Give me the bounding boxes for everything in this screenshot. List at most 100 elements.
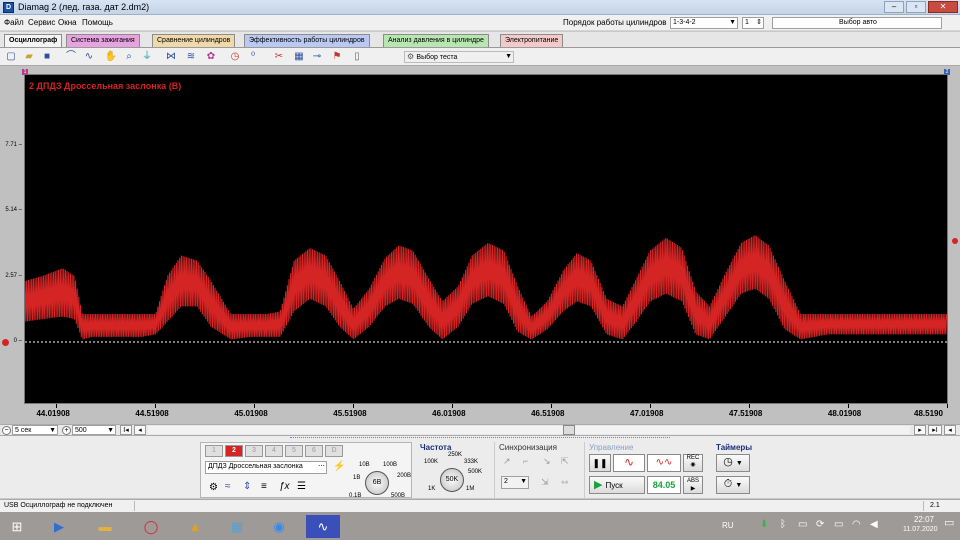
- notification-icon[interactable]: ▭: [944, 516, 954, 529]
- channel-button-D[interactable]: D: [325, 445, 343, 457]
- avast-icon[interactable]: ▲: [178, 515, 212, 538]
- channel-button-6[interactable]: 6: [305, 445, 323, 457]
- record-icon[interactable]: REC ◉: [683, 454, 703, 472]
- menu-windows[interactable]: Окна: [58, 18, 77, 27]
- sync-tray-icon[interactable]: ⟳: [816, 519, 824, 530]
- timer-clock-button[interactable]: ◷ ▼: [716, 454, 750, 472]
- cyl-num-stepper[interactable]: 1 ⇕: [742, 17, 764, 29]
- start-menu-icon[interactable]: ⊞: [0, 515, 34, 538]
- volume-tray-icon[interactable]: ◀: [870, 519, 878, 530]
- invert-icon[interactable]: ≈: [225, 481, 231, 492]
- tab-cyl-compare[interactable]: Сравнение цилиндров: [152, 34, 236, 47]
- play-record-icon[interactable]: ABS ▶: [683, 476, 703, 494]
- pause-button[interactable]: ❚❚: [589, 454, 611, 472]
- waveform-down-icon[interactable]: ∿: [82, 50, 96, 64]
- time-scale-select[interactable]: 5 сек ▼: [12, 425, 58, 435]
- page-icon[interactable]: ▯: [350, 50, 364, 64]
- channel-button-1[interactable]: 1: [205, 445, 223, 457]
- auto-select[interactable]: Выбор авто: [772, 17, 942, 29]
- clock-date[interactable]: 11.07.2020: [903, 526, 938, 533]
- cyl-order-select[interactable]: 1-3-4-2 ▼: [670, 17, 738, 29]
- zoom-app-icon[interactable]: ◉: [262, 515, 296, 538]
- file-explorer-icon[interactable]: ▬: [88, 515, 122, 538]
- expand-icon[interactable]: ≋: [184, 50, 198, 64]
- split-icon[interactable]: ⊸: [310, 50, 324, 64]
- close-button[interactable]: ✕: [928, 1, 958, 13]
- volt-knob[interactable]: 6В: [365, 471, 389, 495]
- scroll-last-button[interactable]: ▸I: [928, 425, 942, 435]
- menu-file[interactable]: Файл: [4, 18, 24, 27]
- bluetooth-tray-icon[interactable]: ᛒ: [780, 519, 786, 530]
- media-player-icon[interactable]: ▶: [42, 515, 76, 538]
- zoom-icon[interactable]: ⌕: [122, 50, 136, 64]
- scroll-track[interactable]: [148, 426, 910, 434]
- scroll-right-button[interactable]: ▸: [914, 425, 926, 435]
- zoom-out-time-icon[interactable]: −: [2, 426, 11, 435]
- timer-stopwatch-button[interactable]: ⏱ ▼: [716, 476, 750, 494]
- save-icon[interactable]: ■: [40, 50, 54, 64]
- scroll-left-button[interactable]: ◂: [134, 425, 146, 435]
- drive-tray-icon[interactable]: ▭: [834, 519, 843, 530]
- maximize-button[interactable]: ▫: [906, 1, 926, 13]
- hand-icon[interactable]: ✋: [104, 50, 118, 64]
- trim-icon[interactable]: ✂: [272, 50, 286, 64]
- language-indicator[interactable]: RU: [722, 521, 734, 530]
- waveform-up-icon[interactable]: ⌒: [64, 50, 78, 64]
- sync-front-icon[interactable]: ⌐: [523, 456, 528, 466]
- clock-time[interactable]: 22:07: [912, 515, 936, 524]
- scroll-end-button[interactable]: ◂: [944, 425, 956, 435]
- multi-wave-button[interactable]: ∿∿: [647, 454, 681, 472]
- tab-oscillograph[interactable]: Осциллограф: [4, 34, 63, 47]
- minimize-button[interactable]: –: [884, 1, 904, 13]
- channel-button-2[interactable]: 2: [225, 445, 243, 457]
- tab-pressure[interactable]: Анализ давления в цилиндре: [383, 34, 489, 47]
- start-button[interactable]: ▶ Пуск: [589, 476, 645, 494]
- monitor-tray-icon[interactable]: ▭: [798, 519, 807, 530]
- lines-icon[interactable]: ≡: [261, 481, 267, 492]
- channel-settings-icon[interactable]: ⚡: [333, 461, 345, 472]
- trigger-level-handle[interactable]: [952, 238, 958, 244]
- scroll-thumb[interactable]: [563, 425, 575, 435]
- open-folder-icon[interactable]: ▰: [22, 50, 36, 64]
- tab-ignition[interactable]: Система зажигания: [66, 34, 140, 47]
- counter-icon[interactable]: ⁰: [246, 50, 260, 64]
- sync-auto-icon[interactable]: ⇱: [561, 456, 569, 467]
- zoom-in-amp-icon[interactable]: +: [62, 426, 71, 435]
- download-tray-icon[interactable]: ⬇: [760, 519, 768, 530]
- grid-icon[interactable]: ▦: [292, 50, 306, 64]
- probe-icon[interactable]: ⚙: [209, 482, 218, 493]
- frequency-knob[interactable]: 50K: [440, 468, 464, 492]
- sync-arrows-icon[interactable]: ⇿: [561, 477, 569, 488]
- single-wave-button[interactable]: ∿: [613, 454, 645, 472]
- new-file-icon[interactable]: ▢: [4, 50, 18, 64]
- filter-icon[interactable]: ⏚: [140, 50, 154, 64]
- channel-select[interactable]: ДПДЗ Дроссельная заслонка ⋯: [205, 461, 327, 474]
- diamag-task-icon[interactable]: ∿: [306, 515, 340, 538]
- test-select[interactable]: ⚙ Выбор теста ▼: [404, 51, 514, 63]
- oscillogram-plot[interactable]: 2 ДПДЗ Дроссельная заслонка (В): [24, 74, 948, 404]
- flag-icon[interactable]: ⚑: [330, 50, 344, 64]
- stopwatch-icon[interactable]: ◷: [228, 50, 242, 64]
- panel-splitter[interactable]: [290, 437, 670, 440]
- sync-channel-select[interactable]: 2 ▼: [501, 476, 529, 489]
- channel-button-5[interactable]: 5: [285, 445, 303, 457]
- sync-level-icon[interactable]: ⇲: [541, 477, 549, 488]
- tab-cyl-efficiency[interactable]: Эффективность работы цилиндров: [244, 34, 370, 47]
- sync-fall-icon[interactable]: ↘: [543, 456, 551, 467]
- scroll-first-button[interactable]: I◂: [120, 425, 132, 435]
- tab-power[interactable]: Электропитание: [500, 34, 564, 47]
- list-icon[interactable]: ☰: [297, 481, 306, 492]
- channel-button-3[interactable]: 3: [245, 445, 263, 457]
- cursor-marker-icon[interactable]: ✿: [204, 50, 218, 64]
- calculator-icon[interactable]: ▦: [220, 515, 254, 538]
- compress-icon[interactable]: ⋈: [164, 50, 178, 64]
- menu-help[interactable]: Помощь: [82, 18, 113, 27]
- offset-icon[interactable]: ⇕: [243, 481, 251, 492]
- wifi-tray-icon[interactable]: ◠: [852, 519, 861, 530]
- menu-service[interactable]: Сервис: [28, 18, 55, 27]
- amp-scale-select[interactable]: 500 ▼: [72, 425, 116, 435]
- channel-button-4[interactable]: 4: [265, 445, 283, 457]
- sync-rise-icon[interactable]: ↗: [503, 456, 511, 467]
- opera-icon[interactable]: ◯: [134, 515, 168, 538]
- function-icon[interactable]: ƒx: [279, 481, 290, 492]
